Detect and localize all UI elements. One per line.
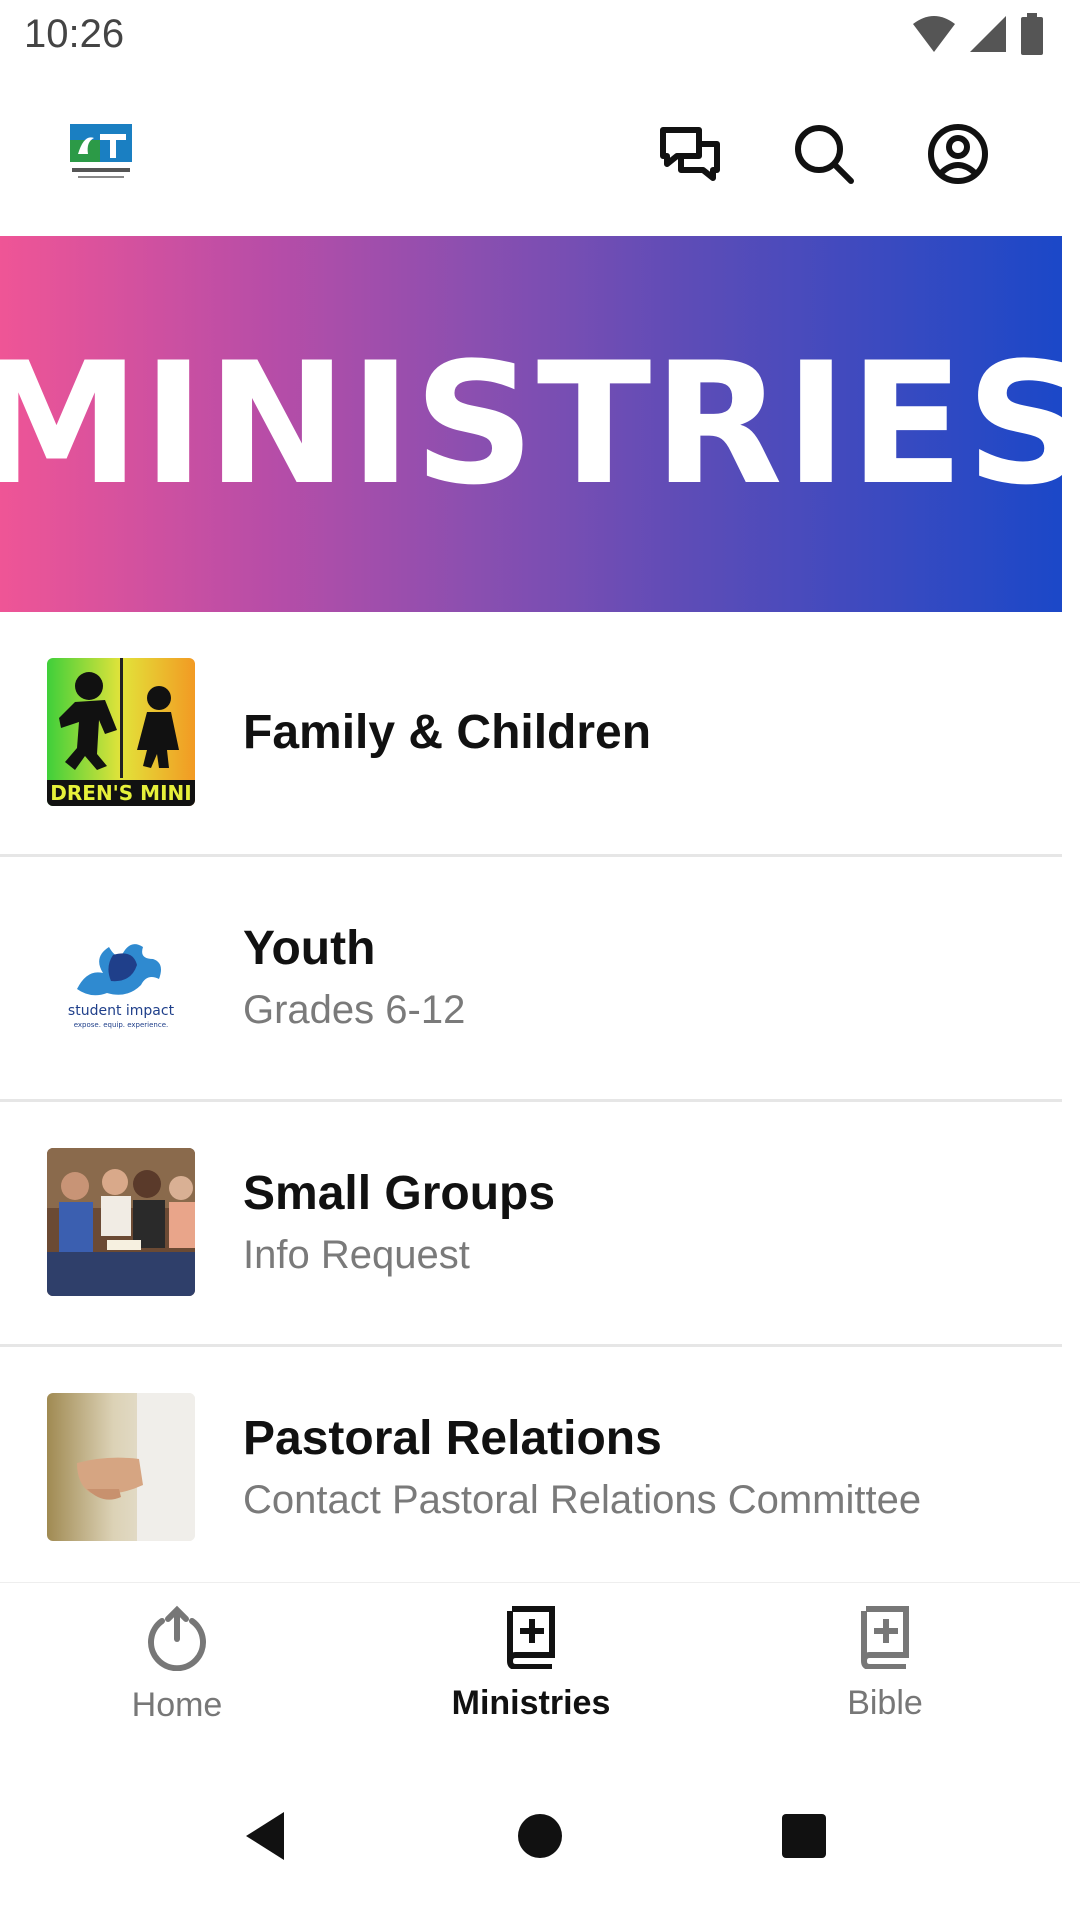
status-time: 10:26: [24, 12, 125, 56]
status-bar: 10:26: [0, 0, 1080, 76]
svg-text:expose. equip. experience.: expose. equip. experience.: [74, 1021, 169, 1029]
system-nav-bar: [0, 1754, 1080, 1920]
ministry-subtitle: Info Request: [243, 1232, 470, 1277]
ministry-title: Pastoral Relations: [243, 1412, 662, 1466]
ministries-banner: MINISTRIES: [0, 236, 1080, 612]
nav-label-bible: Bible: [847, 1684, 923, 1722]
nav-bible[interactable]: Bible: [755, 1605, 1015, 1723]
back-icon[interactable]: [236, 1806, 296, 1866]
children-ministry-image: DREN'S MINI: [47, 658, 195, 806]
svg-text:student impact: student impact: [68, 1003, 175, 1019]
ministry-text: Family & Children: [243, 612, 651, 854]
book-plus-icon: [504, 1605, 558, 1674]
bottom-nav: Home Ministries Bible: [0, 1582, 1080, 1755]
signal-icon: [968, 14, 1008, 59]
ministries-list: DREN'S MINI Family & Children student im…: [0, 612, 1062, 1592]
search-icon[interactable]: [792, 122, 856, 186]
ministry-title: Small Groups: [243, 1167, 556, 1221]
outstretched-hand-photo: [47, 1393, 195, 1541]
chat-bubbles-icon[interactable]: [658, 122, 722, 186]
ministry-text: Youth Grades 6-12: [243, 857, 465, 1099]
app-bar: [0, 76, 1080, 236]
home-circle-icon[interactable]: [510, 1806, 570, 1866]
recents-square-icon[interactable]: [774, 1806, 834, 1866]
battery-icon: [1020, 12, 1044, 60]
ministry-item-small-groups[interactable]: Small Groups Info Request: [0, 1102, 1062, 1347]
church-logo-icon[interactable]: [70, 124, 132, 182]
student-impact-logo: student impact expose. equip. experience…: [47, 903, 195, 1051]
wifi-icon: [912, 14, 956, 59]
status-icons: [912, 12, 1044, 60]
home-power-icon: [144, 1605, 210, 1676]
small-group-photo: [47, 1148, 195, 1296]
ministry-item-youth[interactable]: student impact expose. equip. experience…: [0, 857, 1062, 1102]
ministry-text: Pastoral Relations Contact Pastoral Rela…: [243, 1347, 921, 1589]
ministry-subtitle: Grades 6-12: [243, 987, 466, 1032]
ministry-title: Family & Children: [243, 706, 652, 760]
account-circle-icon[interactable]: [926, 122, 990, 186]
nav-label-ministries: Ministries: [451, 1684, 611, 1722]
nav-label-home: Home: [131, 1686, 223, 1724]
ministry-item-family-children[interactable]: DREN'S MINI Family & Children: [0, 612, 1062, 857]
nav-home[interactable]: Home: [47, 1605, 307, 1725]
ministry-title: Youth: [243, 922, 376, 976]
ministry-item-pastoral-relations[interactable]: Pastoral Relations Contact Pastoral Rela…: [0, 1347, 1062, 1592]
svg-text:DREN'S MINI: DREN'S MINI: [50, 781, 191, 805]
ministry-text: Small Groups Info Request: [243, 1102, 555, 1344]
ministry-subtitle: Contact Pastoral Relations Committee: [243, 1477, 922, 1522]
banner-title: MINISTRIES: [0, 326, 1080, 522]
nav-ministries[interactable]: Ministries: [401, 1605, 661, 1723]
bible-icon: [858, 1605, 912, 1674]
app-bar-actions: [658, 122, 990, 186]
